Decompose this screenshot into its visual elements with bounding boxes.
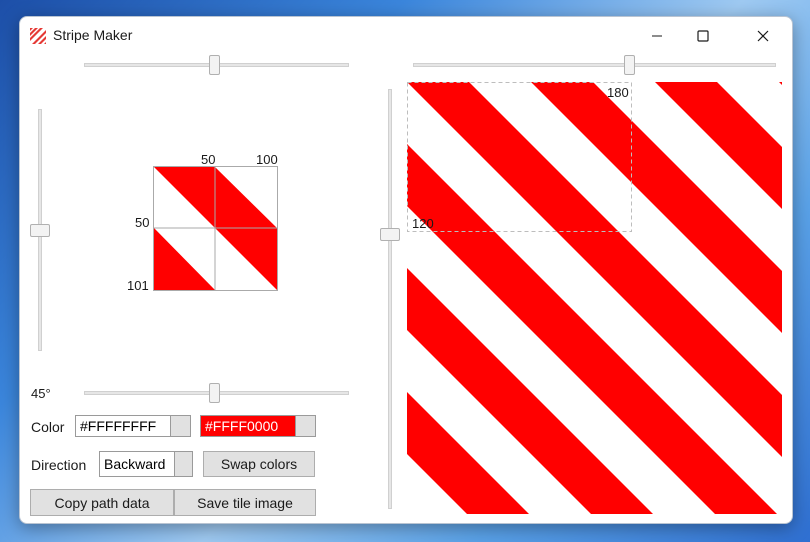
slider-track xyxy=(388,89,392,509)
slider-thumb[interactable] xyxy=(624,55,635,75)
slider-track xyxy=(413,63,776,67)
angle-slider[interactable] xyxy=(84,383,349,403)
color-label: Color xyxy=(31,419,65,435)
direction-label: Direction xyxy=(31,457,87,473)
tile-label-x1: 50 xyxy=(201,152,216,167)
tile-preview xyxy=(153,166,278,291)
stripe-preview xyxy=(407,82,782,514)
marker-y-label: 120 xyxy=(412,216,434,231)
tile-label-y2: 101 xyxy=(127,278,149,293)
slider-thumb[interactable] xyxy=(30,224,50,237)
app-window: Stripe Maker 50 100 50 101 45° Color #FF… xyxy=(19,16,793,524)
close-button[interactable] xyxy=(740,17,786,55)
maximize-button[interactable] xyxy=(680,17,726,55)
window-title: Stripe Maker xyxy=(53,27,133,43)
minimize-icon xyxy=(652,35,662,37)
save-tile-image-button[interactable]: Save tile image xyxy=(174,489,316,516)
angle-label: 45° xyxy=(31,386,51,401)
color2-value: #FFFF0000 xyxy=(205,418,279,434)
minimize-button[interactable] xyxy=(634,17,680,55)
preview-height-slider[interactable] xyxy=(380,89,400,509)
tile-label-y1: 50 xyxy=(135,215,150,230)
preview-width-slider[interactable] xyxy=(413,55,776,75)
color1-value: #FFFFFFFF xyxy=(80,418,157,434)
slider-thumb[interactable] xyxy=(209,383,220,403)
color2-dropdown-button[interactable] xyxy=(295,416,315,436)
slider-thumb[interactable] xyxy=(380,228,400,241)
tile-height-slider[interactable] xyxy=(30,109,50,351)
swap-colors-button[interactable]: Swap colors xyxy=(203,451,315,477)
direction-value: Backward xyxy=(104,456,166,472)
title-bar: Stripe Maker xyxy=(20,17,792,55)
direction-combo[interactable]: Backward xyxy=(99,451,193,477)
stripes-app-icon xyxy=(30,28,46,44)
slider-thumb[interactable] xyxy=(209,55,220,75)
marker-x-label: 180 xyxy=(607,85,629,100)
stripe-fill xyxy=(407,82,782,514)
direction-dropdown-button[interactable] xyxy=(174,452,192,476)
copy-path-data-button[interactable]: Copy path data xyxy=(30,489,174,516)
tile-width-slider[interactable] xyxy=(84,55,349,75)
color2-combo[interactable]: #FFFF0000 xyxy=(200,415,316,437)
maximize-icon xyxy=(697,30,709,42)
color1-dropdown-button[interactable] xyxy=(170,416,190,436)
color1-combo[interactable]: #FFFFFFFF xyxy=(75,415,191,437)
tile-label-x2: 100 xyxy=(256,152,278,167)
close-icon xyxy=(757,30,769,42)
